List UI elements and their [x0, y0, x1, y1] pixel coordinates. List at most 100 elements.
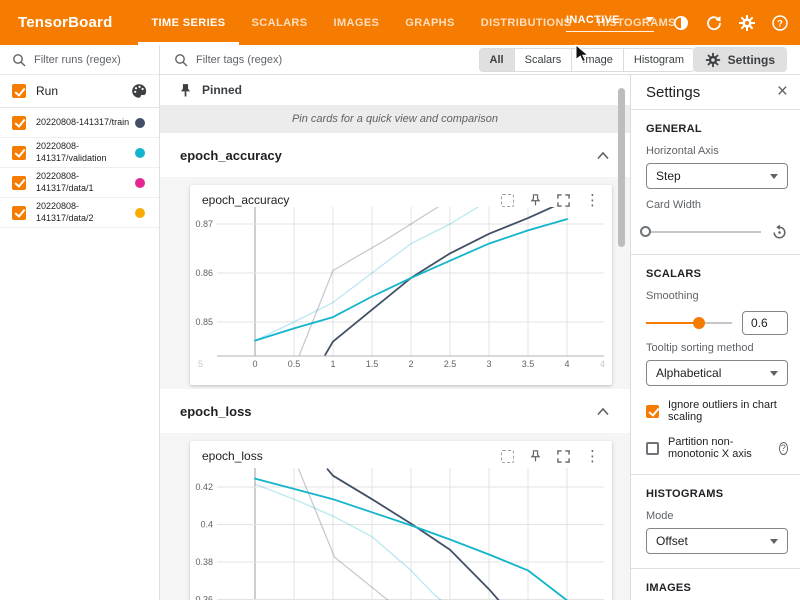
filter-all-button[interactable]: All	[480, 49, 514, 71]
fullscreen-icon[interactable]	[557, 450, 570, 463]
run-row-data-1[interactable]: 20220808-141317/data/1	[0, 168, 159, 198]
fit-domain-icon[interactable]	[501, 194, 514, 207]
settings-button-label: Settings	[728, 53, 775, 67]
section-title: epoch_loss	[180, 404, 596, 419]
smoothing-label: Smoothing	[646, 290, 788, 302]
run-checkbox[interactable]	[12, 146, 26, 160]
fullscreen-icon[interactable]	[557, 194, 570, 207]
palette-icon[interactable]	[131, 83, 147, 99]
search-icon	[12, 53, 26, 67]
ignore-outliers-row[interactable]: Ignore outliers in chart scaling	[646, 399, 788, 423]
pin-icon	[178, 83, 193, 98]
pin-icon[interactable]	[529, 449, 542, 463]
histogram-mode-select[interactable]: Offset	[646, 528, 788, 554]
run-checkbox[interactable]	[12, 206, 26, 220]
pinned-empty-hint: Pin cards for a quick view and compariso…	[160, 105, 630, 133]
tab-scalars[interactable]: SCALARS	[239, 0, 321, 45]
chevron-down-icon	[770, 371, 778, 376]
tag-filter-bar: Filter tags (regex) All Scalars Image Hi…	[160, 45, 800, 75]
run-row-data-2[interactable]: 20220808-141317/data/2	[0, 198, 159, 228]
section-header-epoch-loss[interactable]: epoch_loss	[160, 389, 630, 433]
chevron-down-icon	[770, 174, 778, 179]
tooltip-sorting-select[interactable]: Alphabetical	[646, 360, 788, 386]
svg-text:0.42: 0.42	[195, 482, 213, 492]
svg-text:0.5: 0.5	[288, 359, 301, 369]
svg-text:2: 2	[408, 359, 413, 369]
pinned-section: Pinned	[160, 75, 630, 105]
run-name: 20220808-141317/data/1	[36, 171, 135, 194]
settings-title: Settings	[646, 84, 777, 101]
filter-image-button[interactable]: Image	[571, 49, 623, 71]
run-color-dot	[135, 208, 145, 218]
run-row-validation[interactable]: 20220808-141317/validation	[0, 138, 159, 168]
svg-text:0.38: 0.38	[195, 557, 213, 567]
chevron-up-icon[interactable]	[596, 406, 610, 417]
svg-text:?: ?	[777, 18, 783, 29]
help-icon[interactable]: ?	[779, 442, 788, 455]
run-color-dot	[135, 178, 145, 188]
filter-tags-input[interactable]: Filter tags (regex)	[160, 53, 282, 67]
fit-domain-icon[interactable]	[501, 450, 514, 463]
tooltip-sorting-label: Tooltip sorting method	[646, 342, 788, 354]
filter-scalars-button[interactable]: Scalars	[514, 49, 572, 71]
pin-icon[interactable]	[529, 193, 542, 207]
divider	[631, 568, 800, 569]
divider	[631, 254, 800, 255]
partition-x-axis-checkbox[interactable]	[646, 442, 659, 455]
histogram-mode-label: Mode	[646, 510, 788, 522]
close-icon[interactable]: ×	[777, 84, 788, 100]
ignore-outliers-checkbox[interactable]	[646, 405, 659, 418]
svg-text:3.5: 3.5	[522, 359, 535, 369]
filter-histogram-button[interactable]: Histogram	[623, 49, 694, 71]
more-options-icon[interactable]: ⋮	[585, 450, 600, 463]
epoch-loss-chart[interactable]: 0.420.40.380.36	[190, 463, 612, 600]
svg-text:4: 4	[564, 359, 569, 369]
refresh-icon[interactable]	[704, 13, 724, 33]
svg-text:2.5: 2.5	[444, 359, 457, 369]
scalar-card-epoch-loss: epoch_loss ⋮ 0.420.40.380.36	[190, 441, 612, 600]
run-checkbox[interactable]	[12, 116, 26, 130]
search-icon	[174, 53, 188, 67]
partition-x-axis-row[interactable]: Partition non-monotonic X axis ?	[646, 436, 788, 460]
scalar-card-epoch-accuracy: epoch_accuracy ⋮ 0.870.860.8500.511.522	[190, 185, 612, 385]
card-width-label: Card Width	[646, 199, 788, 211]
divider	[631, 109, 800, 110]
tab-graphs[interactable]: GRAPHS	[392, 0, 467, 45]
scalars-heading: SCALARS	[646, 268, 788, 280]
card-width-slider[interactable]	[646, 225, 761, 239]
run-name: 20220808-141317/train	[36, 117, 135, 129]
run-checkbox[interactable]	[12, 176, 26, 190]
more-options-icon[interactable]: ⋮	[585, 194, 600, 207]
run-row-train[interactable]: 20220808-141317/train	[0, 108, 159, 138]
horizontal-axis-select[interactable]: Step	[646, 163, 788, 189]
filter-runs-input[interactable]: Filter runs (regex)	[0, 45, 159, 75]
tag-type-filter-group: All Scalars Image Histogram	[479, 48, 695, 72]
vertical-scrollbar[interactable]	[618, 88, 625, 247]
svg-text:0.85: 0.85	[195, 317, 213, 327]
tab-images[interactable]: IMAGES	[321, 0, 393, 45]
svg-text:1: 1	[330, 359, 335, 369]
tab-time-series[interactable]: TIME SERIES	[138, 0, 238, 45]
app-logo: TensorBoard	[18, 14, 112, 31]
reset-icon[interactable]	[771, 224, 788, 241]
select-all-runs-checkbox[interactable]	[12, 84, 26, 98]
smoothing-slider[interactable]	[646, 316, 732, 330]
run-color-dot	[135, 118, 145, 128]
run-color-dot	[135, 148, 145, 158]
epoch-accuracy-chart[interactable]: 0.870.860.8500.511.522.533.5454	[190, 207, 612, 379]
settings-button[interactable]: Settings	[693, 47, 787, 72]
smoothing-input[interactable]: 0.6	[742, 311, 788, 335]
run-column-label: Run	[36, 84, 131, 98]
card-title: epoch_loss	[202, 449, 501, 463]
chevron-up-icon[interactable]	[596, 150, 610, 161]
help-icon[interactable]: ?	[770, 13, 790, 33]
filter-tags-placeholder: Filter tags (regex)	[196, 54, 282, 66]
run-status-dropdown[interactable]: INACTIVE	[566, 14, 654, 32]
section-title: epoch_accuracy	[180, 148, 596, 163]
pinned-label: Pinned	[202, 83, 242, 97]
gear-icon[interactable]	[737, 13, 757, 33]
run-name: 20220808-141317/validation	[36, 141, 135, 164]
general-heading: GENERAL	[646, 123, 788, 135]
dark-mode-toggle-icon[interactable]	[671, 13, 691, 33]
section-header-epoch-accuracy[interactable]: epoch_accuracy	[160, 133, 630, 177]
